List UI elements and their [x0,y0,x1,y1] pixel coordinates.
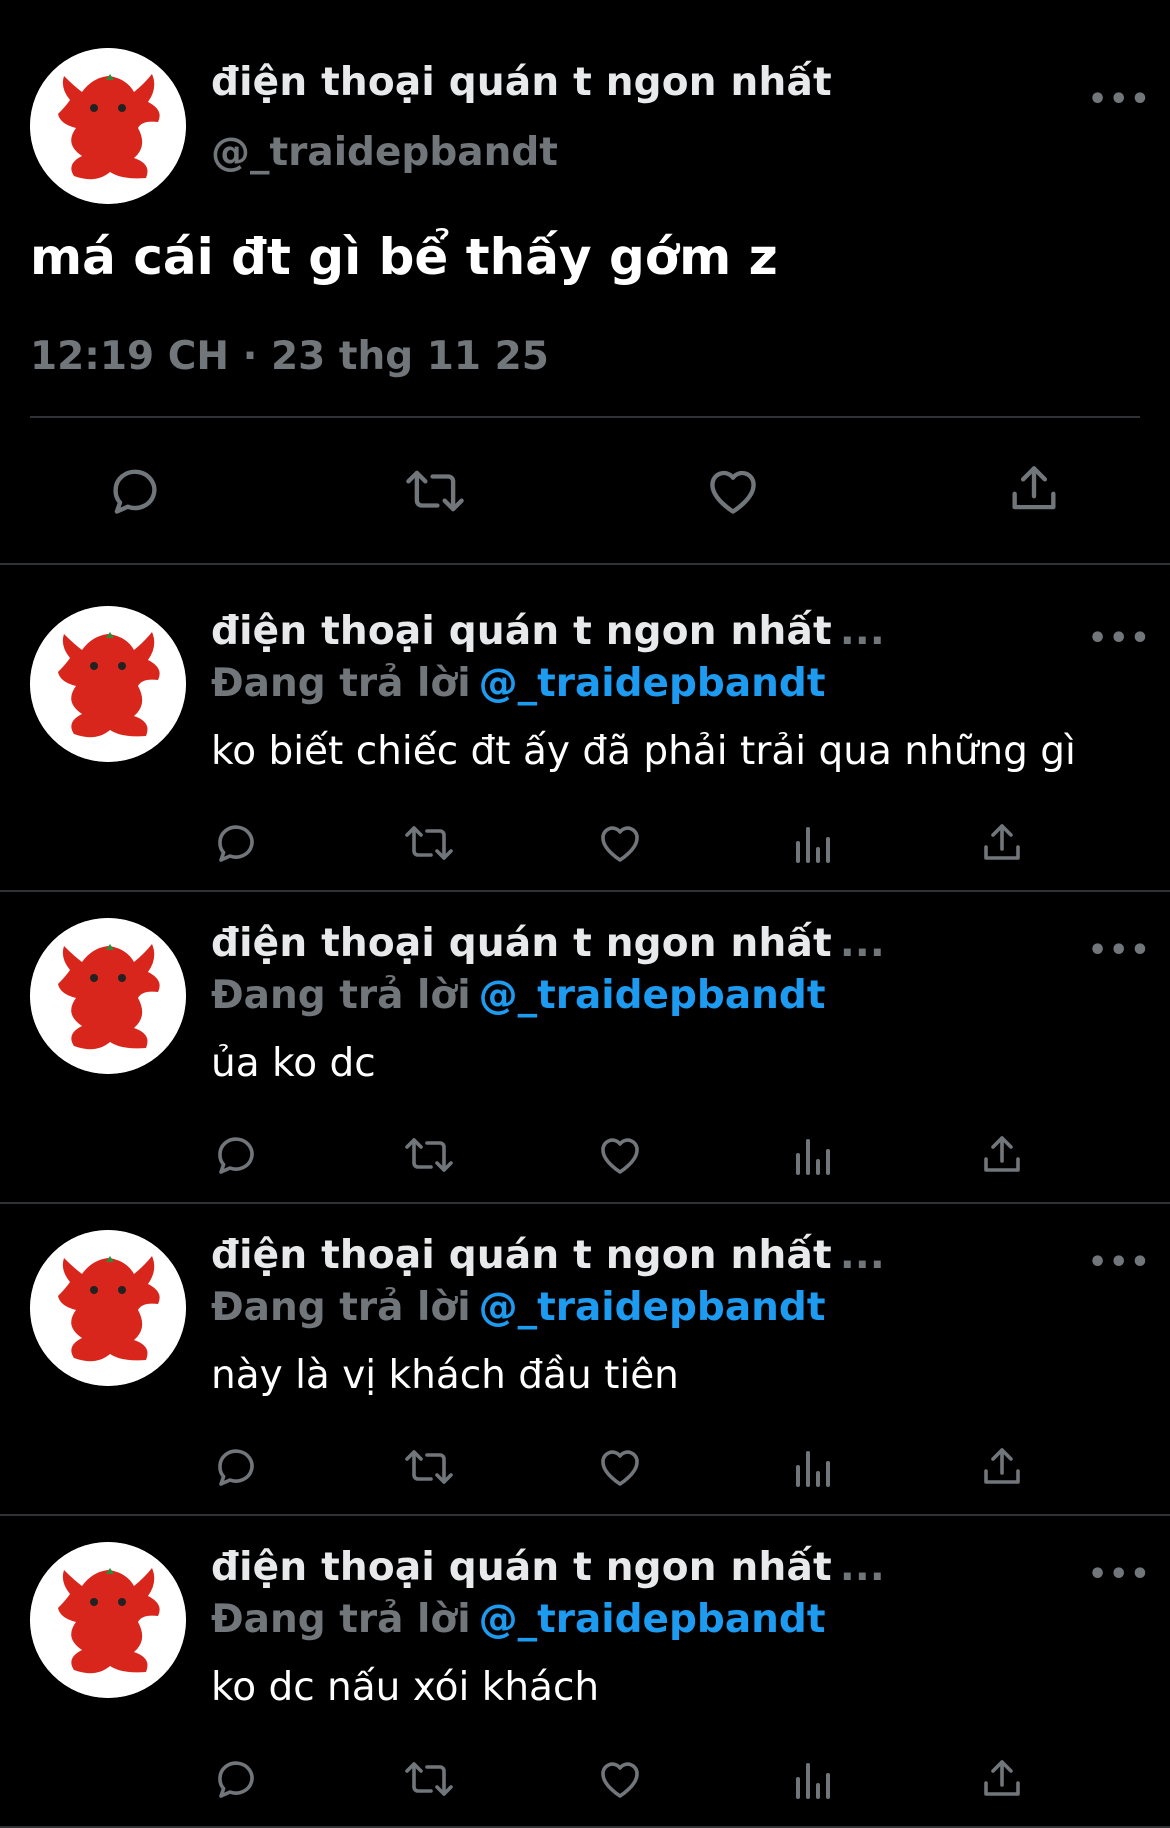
views-icon[interactable] [788,1133,836,1181]
mention-link[interactable]: @_traidepbandt [479,661,826,706]
mention-link[interactable]: @_traidepbandt [479,1597,826,1642]
reply-icon[interactable] [212,819,260,867]
mention-link[interactable]: @_traidepbandt [479,1285,826,1330]
reply-icon[interactable] [212,1755,260,1803]
display-name-text: điện thoại quán t ngon nhất [211,1233,832,1278]
views-icon[interactable] [788,1445,836,1493]
retweet-icon[interactable] [400,1131,458,1179]
tweet-text: ủa ko dc [211,1041,376,1086]
like-icon[interactable] [704,462,762,520]
divider [0,563,1170,565]
replying-to: Đang trả lời @_traidepbandt [211,661,825,706]
views-icon[interactable] [788,1757,836,1805]
avatar-image [30,48,186,204]
like-icon[interactable] [596,1755,644,1803]
retweet-icon[interactable] [400,1755,458,1803]
display-name-text: điện thoại quán t ngon nhất [211,921,832,966]
tweet-timestamp[interactable]: 12:19 CH · 23 thg 11 25 [30,334,549,379]
avatar-image [30,606,186,762]
name-truncation: ... [839,609,885,654]
replying-to-label: Đang trả lời [211,1285,471,1330]
name-truncation: ... [839,921,885,966]
more-options-icon[interactable]: ••• [1088,933,1152,968]
share-icon[interactable] [1005,460,1063,518]
tweet-text: ko biết chiếc đt ấy đã phải trải qua nhữ… [211,729,1076,774]
reply-icon[interactable] [212,1131,260,1179]
tweet-text: này là vị khách đầu tiên [211,1353,679,1398]
retweet-icon[interactable] [400,819,458,867]
share-icon[interactable] [978,1131,1026,1179]
avatar[interactable] [30,48,186,204]
views-icon[interactable] [788,821,836,869]
avatar[interactable] [30,918,186,1074]
tweet-date: 23 thg 11 25 [270,334,549,379]
divider [0,1202,1170,1204]
more-options-icon[interactable]: ••• [1088,621,1152,656]
display-name[interactable]: điện thoại quán t ngon nhất... [211,1545,885,1590]
replying-to: Đang trả lời @_traidepbandt [211,1597,825,1642]
avatar[interactable] [30,1230,186,1386]
divider [0,890,1170,892]
tweet-text: má cái đt gì bể thấy gớm z [30,228,778,286]
replying-to: Đang trả lời @_traidepbandt [211,1285,825,1330]
name-truncation: ... [839,1545,885,1590]
replying-to: Đang trả lời @_traidepbandt [211,973,825,1018]
divider [0,1514,1170,1516]
mention-link[interactable]: @_traidepbandt [479,973,826,1018]
name-truncation: ... [839,1233,885,1278]
avatar-image [30,1542,186,1698]
display-name[interactable]: điện thoại quán t ngon nhất... [211,609,885,654]
replying-to-label: Đang trả lời [211,1597,471,1642]
like-icon[interactable] [596,1443,644,1491]
avatar-image [30,1230,186,1386]
share-icon[interactable] [978,1755,1026,1803]
display-name-text: điện thoại quán t ngon nhất [211,609,832,654]
retweet-icon[interactable] [400,1443,458,1491]
display-name[interactable]: điện thoại quán t ngon nhất [211,60,832,105]
like-icon[interactable] [596,1131,644,1179]
avatar[interactable] [30,606,186,762]
display-name[interactable]: điện thoại quán t ngon nhất... [211,921,885,966]
meta-separator: · [242,334,258,379]
more-options-icon[interactable]: ••• [1088,1557,1152,1592]
handle[interactable]: @_traidepbandt [211,130,558,175]
replying-to-label: Đang trả lời [211,973,471,1018]
tweet-time: 12:19 CH [30,334,229,379]
divider [30,416,1140,418]
share-icon[interactable] [978,1443,1026,1491]
avatar[interactable] [30,1542,186,1698]
avatar-image [30,918,186,1074]
share-icon[interactable] [978,819,1026,867]
reply-icon[interactable] [212,1443,260,1491]
reply-icon[interactable] [106,462,164,520]
replying-to-label: Đang trả lời [211,661,471,706]
more-options-icon[interactable]: ••• [1088,82,1152,117]
tweet-text: ko dc nấu xói khách [211,1665,600,1710]
display-name-text: điện thoại quán t ngon nhất [211,1545,832,1590]
retweet-icon[interactable] [400,462,470,520]
display-name[interactable]: điện thoại quán t ngon nhất... [211,1233,885,1278]
like-icon[interactable] [596,819,644,867]
more-options-icon[interactable]: ••• [1088,1245,1152,1280]
